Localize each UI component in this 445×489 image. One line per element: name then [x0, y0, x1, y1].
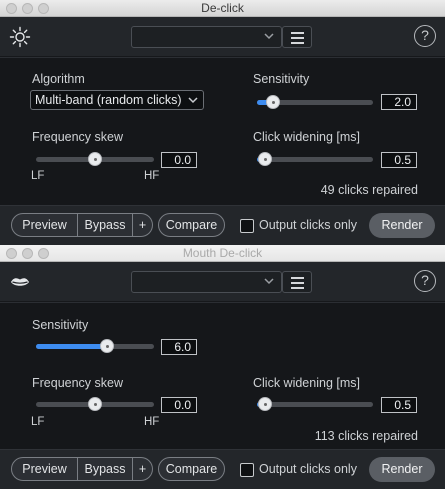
- module-controls: Sensitivity 6.0 Frequency skew 0.0 LF HF…: [0, 303, 445, 449]
- module-footer: Preview Bypass + Compare Output clicks o…: [0, 205, 445, 245]
- click-widening-label: Click widening [ms]: [253, 130, 360, 144]
- slider-handle[interactable]: [258, 152, 273, 166]
- output-clicks-only-checkbox[interactable]: [240, 219, 254, 233]
- chevron-down-icon: [188, 97, 198, 104]
- clicks-repaired-status: 49 clicks repaired: [320, 183, 418, 197]
- frequency-skew-slider[interactable]: [36, 152, 154, 166]
- lips-icon[interactable]: [9, 271, 31, 293]
- sun-icon[interactable]: [9, 26, 31, 48]
- slider-handle[interactable]: [99, 339, 114, 353]
- chevron-down-icon: [264, 278, 274, 285]
- zoom-window-button[interactable]: [38, 3, 49, 14]
- frequency-skew-label: Frequency skew: [32, 130, 124, 144]
- bypass-button[interactable]: Bypass: [78, 457, 133, 481]
- compare-button[interactable]: Compare: [158, 213, 225, 237]
- sensitivity-value[interactable]: 2.0: [381, 94, 417, 110]
- preview-button[interactable]: Preview: [11, 213, 78, 237]
- output-clicks-only-label[interactable]: Output clicks only: [259, 218, 357, 232]
- add-bypass-button[interactable]: +: [133, 213, 153, 237]
- hamburger-icon: [291, 277, 304, 279]
- slider-handle[interactable]: [88, 152, 102, 166]
- output-clicks-only-checkbox[interactable]: [240, 463, 254, 477]
- click-widening-value[interactable]: 0.5: [381, 397, 417, 413]
- help-button[interactable]: ?: [414, 270, 436, 292]
- compare-button[interactable]: Compare: [158, 457, 225, 481]
- preset-menu-button[interactable]: [282, 26, 312, 48]
- algorithm-select[interactable]: Multi-band (random clicks): [30, 90, 204, 110]
- preset-dropdown[interactable]: [131, 271, 282, 293]
- hf-label: HF: [144, 416, 160, 428]
- frequency-skew-value[interactable]: 0.0: [161, 397, 197, 413]
- slider-fill: [36, 344, 107, 349]
- window-titlebar[interactable]: De-click: [0, 0, 445, 17]
- preset-dropdown[interactable]: [131, 26, 282, 48]
- render-button[interactable]: Render: [369, 213, 435, 238]
- click-widening-slider[interactable]: [257, 152, 373, 166]
- slider-handle[interactable]: [266, 95, 281, 109]
- bypass-button[interactable]: Bypass: [78, 213, 133, 237]
- click-widening-slider[interactable]: [257, 397, 373, 411]
- close-window-button[interactable]: [6, 248, 17, 259]
- module-footer: Preview Bypass + Compare Output clicks o…: [0, 449, 445, 489]
- hf-label: HF: [144, 170, 160, 182]
- frequency-skew-label: Frequency skew: [32, 376, 124, 390]
- frequency-skew-value[interactable]: 0.0: [161, 152, 197, 168]
- declick-window: De-click ? Algorithm Multi-band (random …: [0, 0, 445, 245]
- lf-label: LF: [31, 170, 45, 182]
- frequency-skew-slider[interactable]: [36, 397, 154, 411]
- slider-handle[interactable]: [258, 397, 273, 411]
- preview-button[interactable]: Preview: [11, 457, 78, 481]
- render-button[interactable]: Render: [369, 457, 435, 482]
- window-title: De-click: [201, 1, 244, 15]
- window-title: Mouth De-click: [182, 246, 263, 260]
- sensitivity-label: Sensitivity: [32, 318, 89, 332]
- click-widening-value[interactable]: 0.5: [381, 152, 417, 168]
- chevron-down-icon: [264, 33, 274, 40]
- help-button[interactable]: ?: [414, 25, 436, 47]
- sensitivity-label: Sensitivity: [253, 72, 310, 86]
- minimize-window-button[interactable]: [22, 3, 33, 14]
- module-controls: Algorithm Multi-band (random clicks) Sen…: [0, 58, 445, 205]
- sensitivity-value[interactable]: 6.0: [161, 339, 197, 355]
- hamburger-icon: [291, 32, 304, 34]
- algorithm-value: Multi-band (random clicks): [35, 93, 182, 107]
- clicks-repaired-status: 113 clicks repaired: [314, 429, 418, 443]
- output-clicks-only-label[interactable]: Output clicks only: [259, 462, 357, 476]
- module-header: ?: [0, 262, 445, 302]
- preset-menu-button[interactable]: [282, 271, 312, 293]
- mouth-declick-window: Mouth De-click ? Sensitivity 6.0 Frequen…: [0, 245, 445, 489]
- minimize-window-button[interactable]: [22, 248, 33, 259]
- sensitivity-slider[interactable]: [257, 95, 373, 109]
- add-bypass-button[interactable]: +: [133, 457, 153, 481]
- zoom-window-button[interactable]: [38, 248, 49, 259]
- click-widening-label: Click widening [ms]: [253, 376, 360, 390]
- module-header: ?: [0, 17, 445, 57]
- lf-label: LF: [31, 416, 45, 428]
- window-titlebar[interactable]: Mouth De-click: [0, 245, 445, 262]
- sensitivity-slider[interactable]: [36, 339, 154, 353]
- slider-handle[interactable]: [88, 397, 102, 411]
- close-window-button[interactable]: [6, 3, 17, 14]
- algorithm-label: Algorithm: [32, 72, 85, 86]
